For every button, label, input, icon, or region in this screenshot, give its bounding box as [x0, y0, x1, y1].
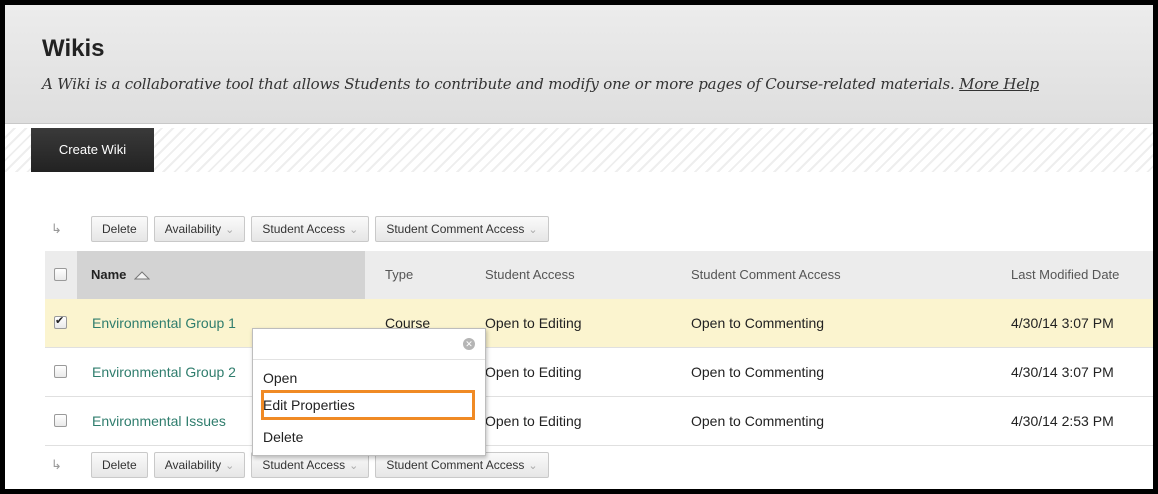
- wiki-student-access: Open to Editing: [485, 315, 582, 331]
- wiki-modified-date: 4/30/14 2:53 PM: [1011, 413, 1114, 429]
- list-actions-top: ↳ Delete Availability ⌄ Student Access ⌄ S…: [51, 216, 555, 242]
- wiki-name-link[interactable]: Environmental Group 2: [92, 348, 236, 396]
- wiki-name-link[interactable]: Environmental Group 1: [92, 299, 236, 347]
- column-header-student-access[interactable]: Student Access: [485, 251, 575, 299]
- menu-item-delete[interactable]: Delete: [263, 429, 303, 445]
- row-checkbox[interactable]: [54, 365, 67, 378]
- wiki-name-link[interactable]: Environmental Issues: [92, 397, 226, 445]
- select-all-checkbox[interactable]: [54, 268, 67, 281]
- wiki-modified-date: 4/30/14 3:07 PM: [1011, 315, 1114, 331]
- wiki-student-access: Open to Editing: [485, 413, 582, 429]
- student-comment-access-button[interactable]: Student Comment Access ⌄: [375, 216, 549, 242]
- table-row[interactable]: Environmental Group 1 Course Open to Edi…: [45, 299, 1153, 348]
- triangle-up-icon: [133, 252, 151, 300]
- context-menu: ✕ Open Edit Properties Delete: [252, 328, 486, 456]
- column-header-modified[interactable]: Last Modified Date: [1011, 251, 1119, 299]
- availability-button[interactable]: Availability ⌄: [153, 452, 246, 478]
- delete-button[interactable]: Delete: [91, 452, 148, 478]
- double-chevron-down-icon: ⌄: [349, 224, 359, 236]
- wiki-student-access: Open to Editing: [485, 364, 582, 380]
- wiki-comment-access: Open to Commenting: [691, 315, 825, 331]
- corner-arrow-icon: ↳: [51, 457, 62, 472]
- wiki-comment-access: Open to Commenting: [691, 364, 825, 380]
- student-access-button[interactable]: Student Access ⌄: [251, 216, 370, 242]
- table-row[interactable]: Environmental Issues Open to Editing Ope…: [45, 397, 1153, 446]
- table-header: Name Type Student Access Student Comment…: [45, 251, 1153, 299]
- double-chevron-down-icon: ⌄: [528, 460, 538, 472]
- row-checkbox[interactable]: [54, 314, 67, 329]
- page-title: Wikis: [42, 35, 105, 62]
- column-header-comment-access[interactable]: Student Comment Access: [691, 251, 841, 299]
- double-chevron-down-icon: ⌄: [528, 224, 538, 236]
- create-wiki-button[interactable]: Create Wiki: [31, 128, 154, 172]
- context-menu-header: ✕: [253, 329, 485, 360]
- double-chevron-down-icon: ⌄: [349, 460, 359, 472]
- double-chevron-down-icon: ⌄: [225, 224, 235, 236]
- table-row[interactable]: Environmental Group 2 Open to Editing Op…: [45, 348, 1153, 397]
- page-frame: Wikis A Wiki is a collaborative tool tha…: [5, 5, 1153, 489]
- delete-button[interactable]: Delete: [91, 216, 148, 242]
- menu-item-edit-properties[interactable]: Edit Properties: [263, 397, 355, 413]
- availability-button[interactable]: Availability ⌄: [153, 216, 246, 242]
- menu-item-open[interactable]: Open: [263, 370, 297, 386]
- double-chevron-down-icon: ⌄: [225, 460, 235, 472]
- more-help-link[interactable]: More Help: [959, 75, 1039, 93]
- corner-arrow-icon: ↳: [51, 221, 62, 236]
- wiki-modified-date: 4/30/14 3:07 PM: [1011, 364, 1114, 380]
- column-header-name[interactable]: Name: [77, 251, 365, 299]
- column-header-type[interactable]: Type: [385, 251, 413, 299]
- description-text: A Wiki is a collaborative tool that allo…: [42, 75, 955, 93]
- row-checkbox[interactable]: [54, 414, 67, 427]
- page-header: Wikis A Wiki is a collaborative tool tha…: [5, 5, 1153, 124]
- page-description: A Wiki is a collaborative tool that allo…: [42, 75, 1039, 93]
- close-circle-icon[interactable]: ✕: [463, 338, 475, 350]
- wiki-comment-access: Open to Commenting: [691, 413, 825, 429]
- action-bar: Create Wiki: [5, 128, 1153, 172]
